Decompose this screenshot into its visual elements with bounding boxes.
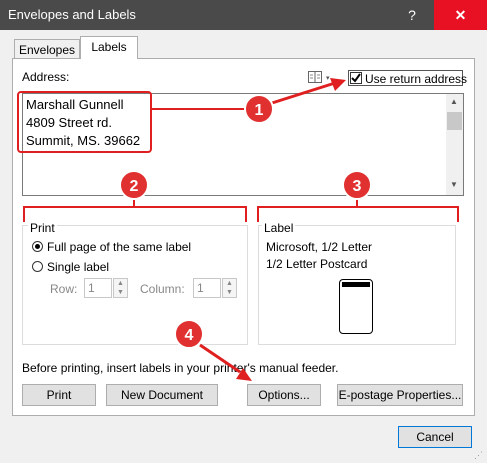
callout-3: 3 [342, 170, 372, 200]
callout-overlay [23, 78, 459, 381]
callout-4: 4 [174, 319, 204, 349]
callout-2: 2 [119, 170, 149, 200]
callout-1: 1 [244, 94, 274, 124]
